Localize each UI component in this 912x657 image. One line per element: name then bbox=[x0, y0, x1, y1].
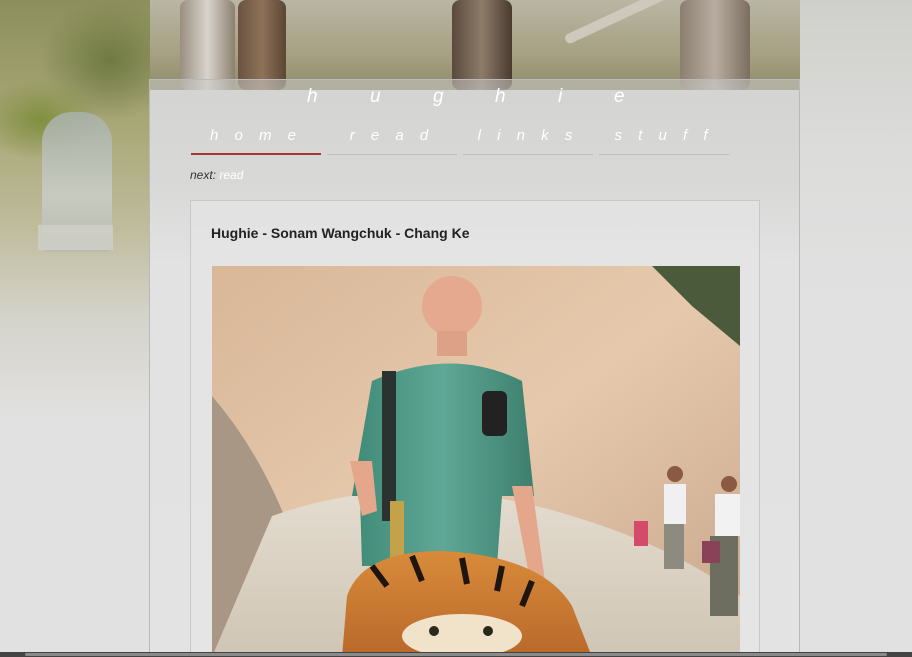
tree-trunk-2 bbox=[238, 0, 286, 90]
statue-base bbox=[38, 225, 113, 250]
site-title-letter: h bbox=[307, 86, 318, 107]
background-right-fade bbox=[800, 0, 912, 300]
site-title-letter: i bbox=[558, 86, 563, 107]
nav-read[interactable]: r e a d bbox=[327, 127, 457, 155]
scrollbar-thumb[interactable] bbox=[25, 653, 887, 656]
site-title-letter: h bbox=[495, 86, 506, 107]
tree-trunk-3 bbox=[452, 0, 512, 90]
post-title: Hughie - Sonam Wangchuk - Chang Ke bbox=[211, 225, 470, 241]
next-navigation: next: read bbox=[190, 168, 243, 182]
next-link[interactable]: read bbox=[219, 168, 243, 182]
nav-links[interactable]: l i n k s bbox=[463, 127, 593, 155]
tree-trunk-1 bbox=[180, 0, 235, 90]
nav-stuff[interactable]: s t u f f bbox=[599, 127, 729, 155]
post-photo-illustration bbox=[212, 266, 740, 657]
nav-home[interactable]: h o m e bbox=[191, 127, 321, 155]
site-title-letter: u bbox=[370, 86, 381, 107]
site-title-letter: g bbox=[433, 86, 444, 107]
next-prefix: next: bbox=[190, 168, 217, 182]
post-photo bbox=[212, 266, 740, 657]
site-title-letter: e bbox=[614, 86, 625, 107]
tree-trunk-4 bbox=[680, 0, 750, 90]
